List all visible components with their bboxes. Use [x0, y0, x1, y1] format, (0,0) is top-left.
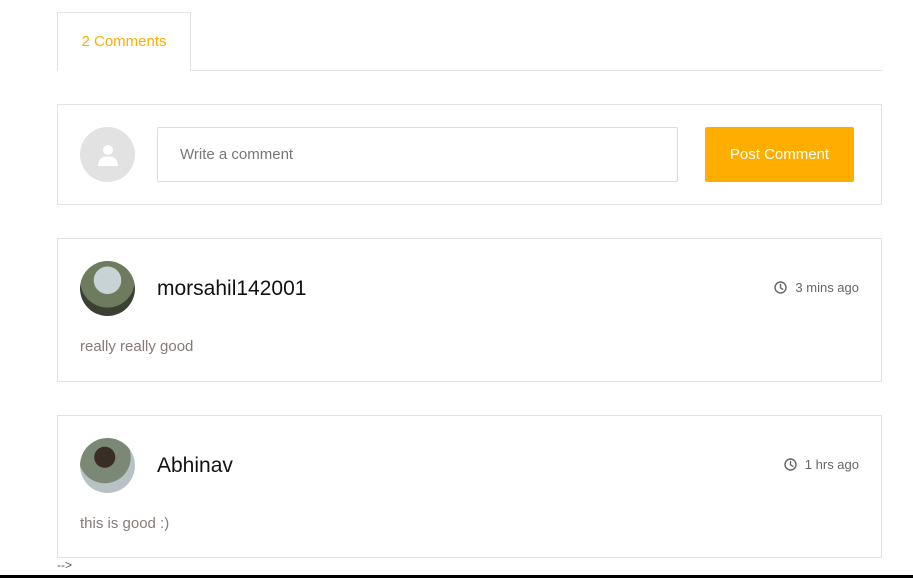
comment-username[interactable]: morsahil142001 [157, 277, 306, 301]
clock-icon [784, 458, 797, 471]
user-icon [97, 144, 118, 166]
comment-timestamp: 1 hrs ago [784, 457, 859, 472]
comment-input[interactable] [157, 127, 678, 182]
comment-card: morsahil142001 3 mins ago really really … [57, 238, 882, 382]
avatar [80, 127, 135, 182]
comment-time-text: 3 mins ago [795, 280, 859, 295]
comment-card: Abhinav 1 hrs ago this is good :) [57, 415, 882, 558]
user-avatar[interactable] [80, 438, 135, 493]
tab-comments[interactable]: 2 Comments [57, 12, 191, 71]
comment-time-text: 1 hrs ago [804, 457, 859, 472]
comment-text: really really good [80, 338, 194, 355]
stray-markup-text: --> [57, 558, 72, 572]
comment-composer: Post Comment [57, 104, 882, 205]
comment-username[interactable]: Abhinav [157, 454, 233, 478]
clock-icon [774, 281, 788, 294]
comment-timestamp: 3 mins ago [774, 280, 859, 295]
user-avatar[interactable] [80, 261, 135, 316]
post-comment-button[interactable]: Post Comment [705, 127, 854, 182]
comment-text: this is good :) [80, 515, 170, 532]
comments-tab-bar: 2 Comments [57, 12, 882, 71]
